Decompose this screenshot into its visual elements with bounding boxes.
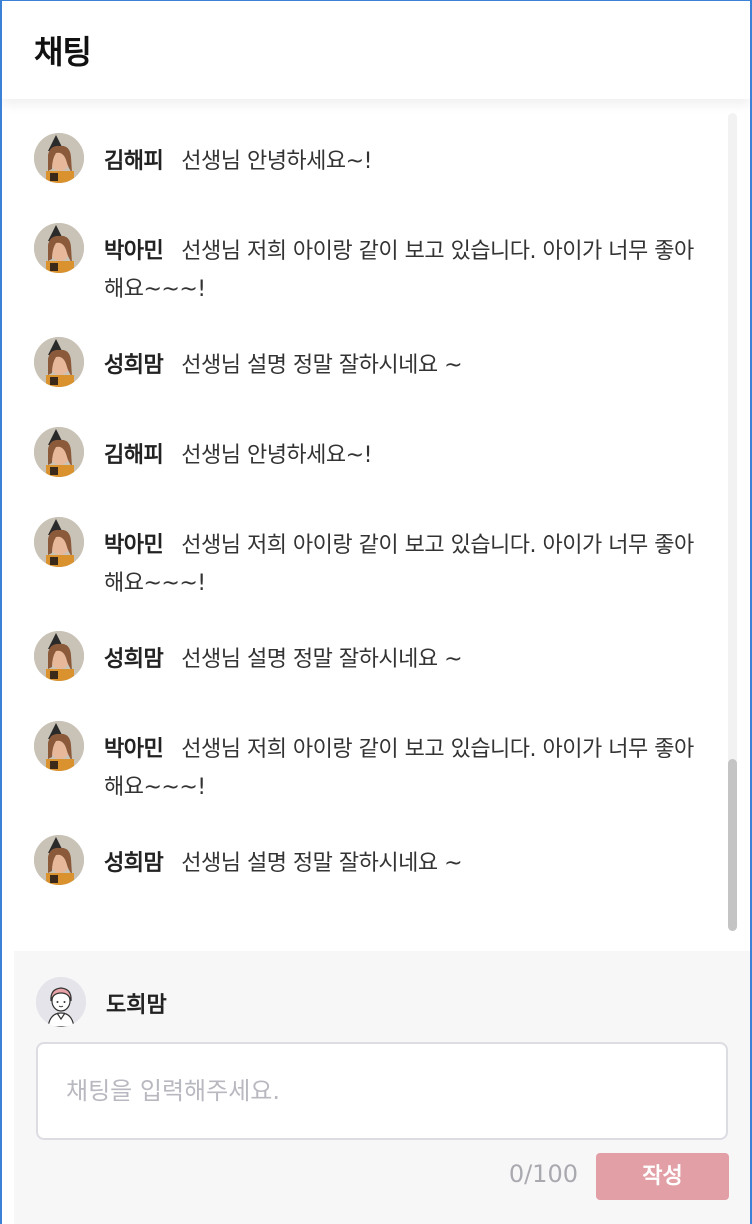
message-text: 선생님 저희 아이랑 같이 보고 있습니다. 아이가 너무 좋아해요~~~! <box>104 533 694 596</box>
submit-button[interactable]: 작성 <box>596 1153 729 1200</box>
message-content: 성희맘 선생님 설명 정말 잘하시네요 ~ <box>104 845 704 883</box>
message-text: 선생님 설명 정말 잘하시네요 ~ <box>181 353 463 378</box>
message-content: 성희맘 선생님 설명 정말 잘하시네요 ~ <box>104 347 704 385</box>
message-content: 김해피 선생님 안녕하세요~! <box>104 143 704 181</box>
user-photo-icon <box>34 517 84 567</box>
message-content: 박아민 선생님 저희 아이랑 같이 보고 있습니다. 아이가 너무 좋아해요~~~… <box>104 527 704 603</box>
user-photo-icon <box>34 631 84 681</box>
message-text: 선생님 설명 정말 잘하시네요 ~ <box>181 851 463 876</box>
scrollbar-thumb[interactable] <box>728 759 737 931</box>
message-content: 성희맘 선생님 설명 정말 잘하시네요 ~ <box>104 641 704 679</box>
avatar <box>34 631 84 681</box>
message-author: 성희맘 <box>104 647 164 672</box>
chat-message-list[interactable]: 김해피 선생님 안녕하세요~! 박아민 선생님 저희 아이랑 같이 보고 있습니다.… <box>14 113 726 951</box>
chat-composer: 도희맘 0/100 작성 <box>14 951 750 1224</box>
avatar <box>36 977 86 1027</box>
avatar <box>34 517 84 567</box>
avatar <box>34 835 84 885</box>
message-text: 선생님 저희 아이랑 같이 보고 있습니다. 아이가 너무 좋아해요~~~! <box>104 737 694 800</box>
message-text: 선생님 안녕하세요~! <box>181 443 372 468</box>
chat-scrollbar[interactable] <box>728 113 737 931</box>
message-content: 박아민 선생님 저희 아이랑 같이 보고 있습니다. 아이가 너무 좋아해요~~~… <box>104 731 704 807</box>
chat-header: 채팅 <box>2 1 750 99</box>
avatar <box>34 133 84 183</box>
avatar <box>34 721 84 771</box>
chat-panel: 채팅 김해피 선생님 안녕하세요~! 박아민 선생님 저희 아이랑 같이 보고 … <box>0 0 752 1224</box>
avatar <box>34 337 84 387</box>
user-photo-icon <box>34 427 84 477</box>
character-counter: 0/100 <box>508 1160 578 1188</box>
message-author: 박아민 <box>104 239 164 264</box>
user-photo-icon <box>34 721 84 771</box>
message-author: 김해피 <box>104 443 164 468</box>
message-author: 박아민 <box>104 533 164 558</box>
message-text: 선생님 안녕하세요~! <box>181 149 372 174</box>
message-text: 선생님 저희 아이랑 같이 보고 있습니다. 아이가 너무 좋아해요~~~! <box>104 239 694 302</box>
chat-input[interactable] <box>36 1042 728 1140</box>
message-author: 김해피 <box>104 149 164 174</box>
message-content: 박아민 선생님 저희 아이랑 같이 보고 있습니다. 아이가 너무 좋아해요~~~… <box>104 233 704 309</box>
message-author: 성희맘 <box>104 851 164 876</box>
composer-user-name: 도희맘 <box>106 993 167 1018</box>
message-author: 박아민 <box>104 737 164 762</box>
user-illustration-icon <box>36 977 86 1027</box>
message-text: 선생님 설명 정말 잘하시네요 ~ <box>181 647 463 672</box>
user-photo-icon <box>34 223 84 273</box>
avatar <box>34 223 84 273</box>
message-author: 성희맘 <box>104 353 164 378</box>
avatar <box>34 427 84 477</box>
user-photo-icon <box>34 835 84 885</box>
user-photo-icon <box>34 337 84 387</box>
page-title: 채팅 <box>34 33 92 71</box>
message-content: 김해피 선생님 안녕하세요~! <box>104 437 704 475</box>
user-photo-icon <box>34 133 84 183</box>
